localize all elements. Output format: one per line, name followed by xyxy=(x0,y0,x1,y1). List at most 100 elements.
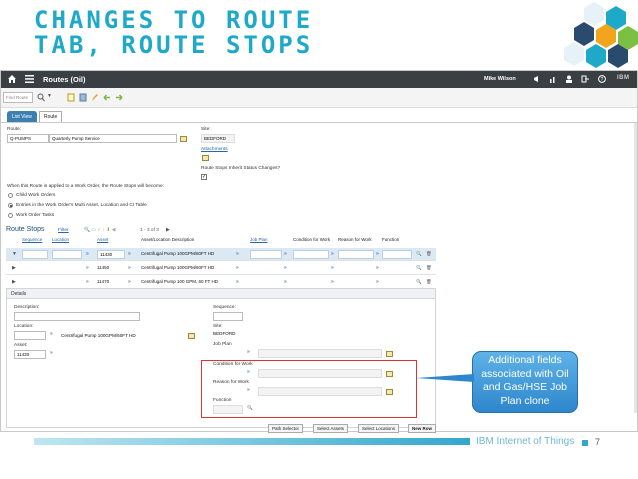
back-arrow-icon[interactable] xyxy=(103,93,111,102)
function-input[interactable] xyxy=(382,250,412,259)
find-route-input[interactable]: Find Route xyxy=(3,92,33,103)
delete-row-icon[interactable]: 🗑 xyxy=(426,279,432,285)
new-record-icon[interactable] xyxy=(67,93,75,102)
top-bar: Routes (Oil) Mike Wilson ? IBM xyxy=(1,71,637,88)
footer-brand: IBM Internet of Things xyxy=(476,436,575,447)
tab-bar: List View Route xyxy=(1,108,637,123)
asset-input[interactable]: 11430 xyxy=(97,250,125,259)
details-location-field[interactable] xyxy=(14,331,46,340)
detail-menu-icon[interactable]: » xyxy=(331,279,334,285)
select-assets-button[interactable]: Select Assets xyxy=(313,424,349,433)
col-asset[interactable]: Asset xyxy=(97,237,108,242)
route-stops-header: Sequence Location Asset Asset/Location D… xyxy=(6,237,436,245)
path-selector-button[interactable]: Path Selector xyxy=(268,424,304,433)
expand-row-icon[interactable]: ▶ xyxy=(12,265,16,271)
collapse-row-icon[interactable]: ▼ xyxy=(12,251,17,257)
route-field[interactable]: Q-PUMPS xyxy=(7,134,49,143)
detail-menu-icon[interactable]: » xyxy=(128,265,131,271)
table-row[interactable]: ▶ » 11450 » Centrifugal Pump 100GPM/60FT… xyxy=(6,262,436,275)
details-asset-label: Asset: xyxy=(14,343,28,348)
job-plan-input[interactable] xyxy=(250,250,282,259)
detail-menu-icon[interactable]: » xyxy=(247,349,250,355)
detail-menu-icon[interactable]: » xyxy=(284,251,287,257)
detail-menu-icon[interactable]: » xyxy=(128,251,131,257)
attachments-link[interactable]: Attachments xyxy=(201,147,228,152)
help-icon[interactable]: ? xyxy=(598,75,606,83)
col-sequence[interactable]: Sequence xyxy=(22,237,42,242)
details-description-label: Description: xyxy=(14,305,40,310)
inherit-status-checkbox[interactable]: ✓ xyxy=(201,174,207,180)
sign-out-icon[interactable] xyxy=(581,75,589,83)
filter-link[interactable]: Filter xyxy=(58,228,69,233)
radio-multi-asset-entries[interactable] xyxy=(8,203,13,208)
reason-input[interactable] xyxy=(338,250,374,259)
details-job-plan-field[interactable] xyxy=(258,349,382,358)
details-site-value: BEDFORD xyxy=(213,331,236,336)
hexagon-decoration-icon xyxy=(564,2,638,68)
detail-menu-icon[interactable]: » xyxy=(284,279,287,285)
long-description-icon[interactable] xyxy=(386,351,393,357)
detail-menu-icon[interactable]: » xyxy=(331,251,334,257)
tab-route[interactable]: Route xyxy=(39,111,63,122)
detail-menu-icon[interactable]: » xyxy=(128,279,131,285)
attachments-icon[interactable] xyxy=(202,155,209,161)
radio-child-work-orders-label: Child Work Orders xyxy=(16,193,56,198)
detail-menu-icon[interactable]: » xyxy=(50,350,53,356)
search-icon[interactable] xyxy=(37,93,45,102)
bulletin-icon[interactable] xyxy=(533,75,541,83)
tab-list-view[interactable]: List View xyxy=(7,111,37,122)
menu-icon[interactable] xyxy=(25,75,34,83)
magnifier-icon[interactable]: 🔍 xyxy=(416,251,422,257)
magnifier-icon[interactable]: 🔍 xyxy=(416,279,422,285)
sequence-input[interactable] xyxy=(22,250,48,259)
select-locations-button[interactable]: Select Locations xyxy=(358,424,400,433)
new-row-button[interactable]: New Row xyxy=(408,424,437,433)
delete-row-icon[interactable]: 🗑 xyxy=(426,251,432,257)
chart-icon[interactable] xyxy=(549,75,557,83)
col-job-plan[interactable]: Job Plan xyxy=(250,237,268,242)
details-sequence-field[interactable] xyxy=(213,312,243,321)
detail-menu-icon[interactable]: » xyxy=(376,279,379,285)
detail-menu-icon[interactable]: » xyxy=(86,251,89,257)
callout-bubble: Additional fields associated with Oil an… xyxy=(472,351,578,413)
delete-row-icon[interactable]: 🗑 xyxy=(426,265,432,271)
save-icon[interactable] xyxy=(79,93,87,102)
details-sequence-label: Sequence: xyxy=(213,305,236,310)
location-input[interactable] xyxy=(52,250,82,259)
detail-menu-icon[interactable]: » xyxy=(284,265,287,271)
long-description-icon[interactable] xyxy=(188,333,195,339)
route-description-field[interactable]: Quarterly Pump Service xyxy=(49,134,177,143)
radio-work-order-tasks[interactable] xyxy=(8,213,13,218)
detail-menu-icon[interactable]: » xyxy=(236,265,239,271)
details-asset-field[interactable]: 11430 xyxy=(14,350,46,359)
col-location[interactable]: Location xyxy=(52,237,69,242)
detail-menu-icon[interactable]: » xyxy=(376,251,379,257)
vertical-scrollbar[interactable] xyxy=(634,123,637,413)
pager-icons[interactable]: 🔍 ▭ ✓ ↕ ⬇ ◀ xyxy=(84,228,115,233)
detail-menu-icon[interactable]: » xyxy=(331,265,334,271)
home-icon[interactable] xyxy=(7,74,17,84)
detail-menu-icon[interactable]: » xyxy=(376,265,379,271)
site-field: BEDFORD xyxy=(201,134,235,143)
magnifier-icon[interactable]: 🔍 xyxy=(416,265,422,271)
detail-menu-icon[interactable]: » xyxy=(50,331,53,337)
details-location-desc: Centrifugal Pump 100GPM/60FT HD xyxy=(61,333,136,338)
pager-next-icon[interactable]: ▶ xyxy=(166,228,170,233)
detail-menu-icon[interactable]: » xyxy=(86,279,89,285)
slide-title: Changes to Route Tab, Route Stops xyxy=(34,8,464,58)
edit-icon[interactable] xyxy=(91,93,99,102)
radio-child-work-orders[interactable] xyxy=(8,193,13,198)
profile-icon[interactable] xyxy=(565,75,573,83)
chevron-down-icon[interactable]: ▼ xyxy=(47,93,55,102)
user-name[interactable]: Mike Wilson xyxy=(484,76,516,82)
detail-menu-icon[interactable]: » xyxy=(236,279,239,285)
detail-menu-icon[interactable]: » xyxy=(236,251,239,257)
forward-arrow-icon[interactable] xyxy=(115,93,123,102)
detail-menu-icon[interactable]: » xyxy=(86,265,89,271)
condition-input[interactable] xyxy=(293,250,329,259)
table-row[interactable]: ▼ » 11430 » Centrifugal Pump 100GPM/60FT… xyxy=(6,248,436,261)
long-description-icon[interactable] xyxy=(180,136,187,142)
expand-row-icon[interactable]: ▶ xyxy=(12,279,16,285)
details-description-field[interactable] xyxy=(14,312,140,321)
footer-square-icon xyxy=(582,440,588,446)
